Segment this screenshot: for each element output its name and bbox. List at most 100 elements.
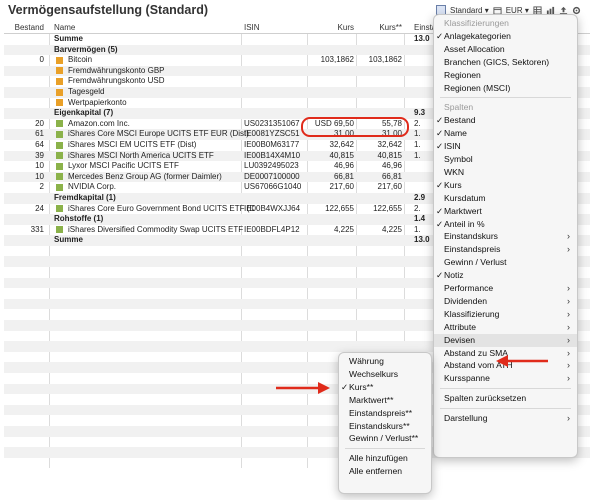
arrow-to-devisen-icon [496,355,548,367]
menu-item-einstandspreis[interactable]: Einstandspreis** [339,407,431,420]
menu-item-symbol[interactable]: Symbol [434,153,577,166]
menu-item-branchen-gics-sektoren[interactable]: Branchen (GICS, Sektoren) [434,56,577,69]
row-label: iShares MSCI EM UCITS ETF (Dist) [68,139,197,149]
cell-name: Mercedes Benz Group AG (former Daimler) [54,172,254,183]
menu-item-darstellung[interactable]: Darstellung › [434,412,577,425]
menu-item-gewinn-verlust[interactable]: Gewinn / Verlust [434,256,577,269]
menu-item-alle-entfernen[interactable]: Alle entfernen [339,465,431,478]
row-label: Bitcoin [68,55,93,65]
table-row[interactable] [4,458,590,469]
menu-separator [440,408,571,410]
cell-kurs-fx: 40,815 [377,150,402,160]
cell-name: Wertpapierkonto [54,98,254,109]
menu-item-kurs[interactable]: ✓ Kurs [434,179,577,192]
cell-kurs-fx: 66,81 [381,171,402,181]
menu-item-label: Einstandspreis [444,244,501,255]
chevron-right-icon: › [567,244,570,255]
menu-item-bestand[interactable]: ✓ Bestand [434,114,577,127]
menu-item-klassifizierung[interactable]: Klassifizierung › [434,308,577,321]
checkmark-icon: ✓ [436,270,444,281]
col-kurs[interactable]: Kurs [310,22,354,33]
menu-item-attribute[interactable]: Attribute › [434,321,577,334]
cell-name: Lyxor MSCI Pacific UCITS ETF [54,161,254,172]
menu-item-label: Attribute [444,321,477,332]
menu-item-einstandspreis[interactable]: Einstandspreis › [434,243,577,256]
cell-kurs: 4,225 [333,224,354,234]
checkmark-icon: ✓ [436,115,444,126]
menu-item-label: Spalten zurücksetzen [444,393,527,404]
security-icon [56,120,63,128]
cell-name: Amazon.com Inc. [54,119,254,130]
menu-item-label: WKN [444,166,465,177]
col-bestand[interactable]: Bestand [4,22,44,33]
cell-isin: IE0081YZSC51 [244,129,300,139]
chevron-right-icon: › [567,283,570,293]
menu-item-label: Einstandskurs** [349,420,410,431]
menu-item-label: Notiz [444,270,464,281]
menu-item-einstandskurs[interactable]: Einstandskurs › [434,230,577,243]
col-isin[interactable]: ISIN [244,22,308,33]
cell-bestand: 20 [35,118,44,128]
menu-item-isin[interactable]: ✓ ISIN [434,140,577,153]
menu-item-marktwert[interactable]: Marktwert** [339,394,431,407]
chevron-right-icon: › [567,321,570,332]
menu-item-label: Klassifizierungen [444,18,509,28]
menu-item-performance[interactable]: Performance › [434,282,577,295]
menu-item-label: Devisen [444,334,476,345]
chevron-right-icon: › [567,360,570,371]
row-label: Mercedes Benz Group AG (former Daimler) [68,171,222,181]
menu-item-regionen[interactable]: Regionen [434,69,577,82]
checkmark-icon: ✓ [436,141,444,152]
cell-isin: LU0392495023 [244,161,299,171]
account-icon [56,99,63,107]
menu-item-label: ISIN [444,141,461,152]
menu-item-anlagekategorien[interactable]: ✓ Anlagekategorien [434,30,577,43]
menu-item-kurs[interactable]: ✓ Kurs** [339,381,431,394]
menu-item-regionen-msci[interactable]: Regionen (MSCI) [434,82,577,95]
menu-header-klassifizierungen: Klassifizierungen [434,17,577,30]
cell-bestand: 0 [39,55,44,65]
chevron-right-icon: › [567,373,570,384]
menu-item-devisen[interactable]: Devisen › [434,333,577,347]
cell-name: iShares MSCI EM UCITS ETF (Dist) [54,140,254,151]
account-icon [56,88,63,96]
menu-item-label: Kursdatum [444,192,486,203]
menu-item-anteil-in[interactable]: ✓ Anteil in % [434,218,577,231]
row-label: Wertpapierkonto [68,97,127,107]
menu-item-label: Klassifizierung [444,308,500,319]
menu-item-kursdatum[interactable]: Kursdatum [434,192,577,205]
row-label: Fremdwährungskonto GBP [68,65,165,75]
chevron-right-icon: › [567,334,570,345]
cell-name: Barvermögen (5) [54,44,118,54]
cell-isin: IE00B4WXJJ64 [244,203,301,213]
menu-item-gewinn-verlust[interactable]: Gewinn / Verlust** [339,432,431,445]
menu-item-alle-hinzuf-gen[interactable]: Alle hinzufügen [339,452,431,465]
cell-kurs-fx: 103,1862 [368,55,402,65]
col-name[interactable]: Name [54,22,240,33]
col-kurs-fx[interactable]: Kurs** [357,22,402,33]
security-icon [56,152,63,160]
menu-item-label: Name [444,128,467,139]
menu-item-name[interactable]: ✓ Name [434,127,577,140]
menu-item-w-hrung[interactable]: Währung [339,355,431,368]
menu-item-kursspanne[interactable]: Kursspanne › [434,372,577,385]
menu-item-einstandskurs[interactable]: Einstandskurs** [339,420,431,433]
security-icon [56,173,63,181]
menu-item-wechselkurs[interactable]: Wechselkurs [339,368,431,381]
menu-item-label: Performance [444,283,494,293]
menu-item-spalten-zur-cksetzen[interactable]: Spalten zurücksetzen [434,392,577,405]
cell-name: iShares Diversified Commodity Swap UCITS… [54,225,254,236]
cell-kurs: 103,1862 [320,55,354,65]
menu-item-dividenden[interactable]: Dividenden › [434,295,577,308]
menu-item-asset-allocation[interactable]: Asset Allocation [434,43,577,56]
menu-item-wkn[interactable]: WKN [434,166,577,179]
menu-item-notiz[interactable]: ✓ Notiz [434,269,577,282]
menu-item-label: Spalten [444,102,474,113]
cell-name: Tagesgeld [54,87,254,98]
menu-item-marktwert[interactable]: ✓ Marktwert [434,205,577,218]
cell-kurs-fx: 4,225 [381,224,402,234]
row-label: iShares Diversified Commodity Swap UCITS… [68,224,244,234]
checkmark-icon: ✓ [436,218,444,229]
row-label: Tagesgeld [68,86,105,96]
menu-item-label: Marktwert [444,205,482,216]
